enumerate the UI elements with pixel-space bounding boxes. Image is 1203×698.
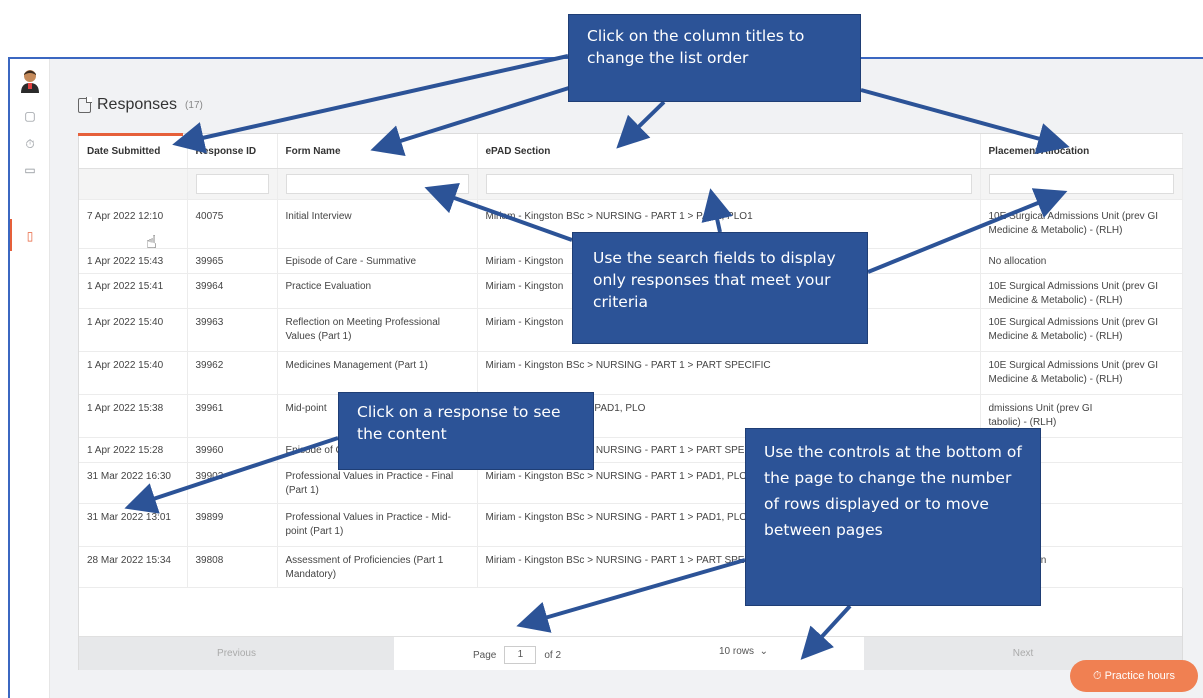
callout-column-titles: Click on the column titles to change the… xyxy=(568,14,861,102)
arrow xyxy=(860,88,1070,155)
callout-search-fields: Use the search fields to display only re… xyxy=(572,232,868,344)
arrow xyxy=(800,604,852,660)
callout-click-response: Click on a response to see the content xyxy=(338,392,594,470)
arrow xyxy=(172,54,569,154)
arrow xyxy=(516,558,746,633)
callout-page-controls: Use the controls at the bottom of the pa… xyxy=(745,428,1041,606)
arrow xyxy=(867,188,1068,274)
arrow xyxy=(701,188,733,233)
arrow xyxy=(616,100,666,149)
arrow xyxy=(124,436,339,514)
arrow xyxy=(424,183,573,242)
